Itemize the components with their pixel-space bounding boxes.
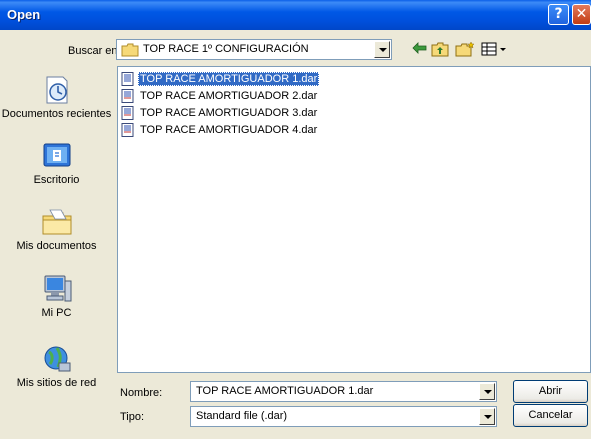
up-folder-button[interactable] (431, 41, 449, 59)
place-network-places[interactable]: Mis sitios de red (0, 343, 113, 389)
title-bar[interactable]: Open ? ✕ (0, 0, 591, 30)
place-label: Mis documentos (16, 240, 97, 252)
close-icon: ✕ (575, 6, 588, 22)
back-button[interactable] (412, 41, 428, 59)
file-name-input[interactable]: TOP RACE AMORTIGUADOR 1.dar (190, 381, 497, 402)
document-icon (121, 72, 134, 86)
file-type-value: Standard file (.dar) (196, 410, 288, 422)
views-menu-button[interactable] (480, 41, 510, 59)
place-my-documents[interactable]: Mis documentos (0, 206, 113, 252)
folder-icon (121, 43, 139, 60)
new-folder-icon (455, 41, 475, 57)
network-places-icon (44, 346, 70, 372)
my-computer-icon (44, 275, 71, 302)
place-my-computer[interactable]: Mi PC (0, 273, 113, 319)
file-name: TOP RACE AMORTIGUADOR 3.dar (140, 107, 318, 119)
window-title: Open (7, 7, 41, 22)
file-name-value: TOP RACE AMORTIGUADOR 1.dar (196, 385, 374, 397)
place-label: Mis sitios de red (16, 377, 97, 389)
help-icon: ? (554, 6, 563, 22)
file-list[interactable]: TOP RACE AMORTIGUADOR 1.dar TOP RACE AMO… (117, 66, 591, 373)
look-in-dropdown[interactable]: TOP RACE 1º CONFIGURACIÓN (116, 39, 392, 60)
file-type-select[interactable]: Standard file (.dar) (190, 406, 497, 427)
my-documents-icon (42, 209, 71, 235)
place-label: Documentos recientes (1, 108, 112, 120)
desktop-icon (43, 143, 70, 167)
recent-documents-icon (46, 76, 67, 104)
open-button[interactable]: Abrir (513, 380, 588, 403)
chevron-down-icon[interactable] (374, 41, 390, 58)
file-name: TOP RACE AMORTIGUADOR 2.dar (140, 90, 318, 102)
chevron-down-icon[interactable] (479, 383, 495, 400)
document-icon (121, 89, 134, 103)
up-folder-icon (431, 42, 449, 57)
chevron-down-icon[interactable] (479, 408, 495, 425)
new-folder-button[interactable] (455, 41, 475, 59)
help-button[interactable]: ? (548, 4, 569, 25)
cancel-button[interactable]: Cancelar (513, 404, 588, 427)
place-desktop[interactable]: Escritorio (0, 140, 113, 186)
document-icon (121, 106, 134, 120)
place-label: Mi PC (41, 307, 72, 319)
file-name: TOP RACE AMORTIGUADOR 4.dar (140, 124, 318, 136)
close-button[interactable]: ✕ (572, 4, 591, 25)
place-recent-documents[interactable]: Documentos recientes (0, 74, 113, 120)
file-type-label: Tipo: (120, 411, 145, 423)
views-menu-icon (481, 42, 506, 56)
file-name-label: Nombre: (120, 387, 163, 399)
place-label: Escritorio (33, 174, 80, 186)
file-name: TOP RACE AMORTIGUADOR 1.dar (138, 72, 320, 86)
look-in-label: Buscar en: (68, 45, 121, 57)
look-in-value: TOP RACE 1º CONFIGURACIÓN (143, 43, 309, 55)
places-bar: Documentos recientes Escritorio Mis docu… (0, 67, 113, 402)
document-icon (121, 123, 134, 137)
back-icon (412, 42, 427, 54)
